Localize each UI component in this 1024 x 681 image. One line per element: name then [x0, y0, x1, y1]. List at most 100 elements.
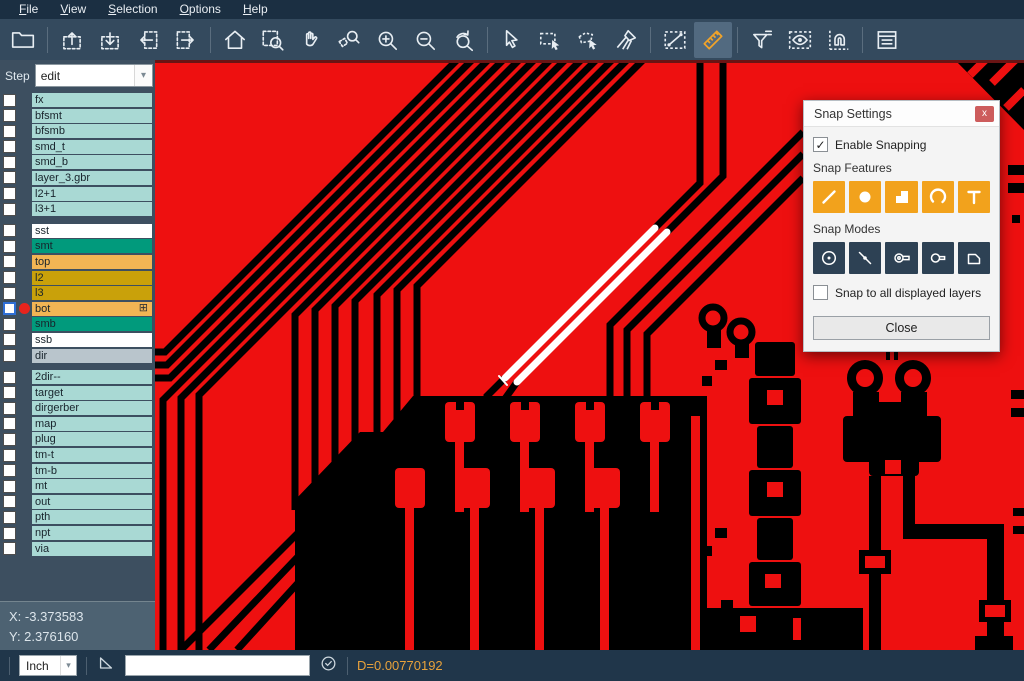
layer-row-target[interactable]: target: [0, 386, 155, 400]
layer-row-map[interactable]: map: [0, 417, 155, 431]
layer-row-plug[interactable]: plug: [0, 432, 155, 446]
layer-visibility-checkbox[interactable]: [3, 271, 16, 284]
layer-name[interactable]: l3+1: [32, 202, 152, 216]
dialog-titlebar[interactable]: Snap Settings x: [804, 101, 999, 127]
zoom-previous-icon[interactable]: [444, 22, 482, 58]
layer-row-bfsmb[interactable]: bfsmb: [0, 124, 155, 138]
menu-file[interactable]: File: [8, 1, 49, 18]
layer-row-layer_3.gbr[interactable]: layer_3.gbr: [0, 171, 155, 185]
menu-view[interactable]: View: [49, 1, 97, 18]
zoom-window-icon[interactable]: [254, 22, 292, 58]
layer-name[interactable]: map: [32, 417, 152, 431]
layer-visibility-checkbox[interactable]: [3, 417, 16, 430]
layer-visibility-checkbox[interactable]: [3, 203, 16, 216]
select-cursor-icon[interactable]: [493, 22, 531, 58]
layer-name[interactable]: npt: [32, 526, 152, 540]
layer-row-smd_t[interactable]: smd_t: [0, 140, 155, 154]
zoom-in-icon[interactable]: [368, 22, 406, 58]
home-view-icon[interactable]: [216, 22, 254, 58]
nudge-down-icon[interactable]: [91, 22, 129, 58]
layer-visibility-checkbox[interactable]: [3, 224, 16, 237]
layer-name[interactable]: smb: [32, 317, 152, 331]
circle-icon[interactable]: [849, 181, 881, 213]
layer-name[interactable]: layer_3.gbr: [32, 171, 152, 185]
layer-row-dir[interactable]: dir: [0, 349, 155, 363]
layer-visibility-checkbox[interactable]: [3, 287, 16, 300]
layer-name[interactable]: tm-b: [32, 464, 152, 478]
pan-hand-icon[interactable]: [292, 22, 330, 58]
ruler-icon[interactable]: [694, 22, 732, 58]
layer-row-mt[interactable]: mt: [0, 479, 155, 493]
layer-row-sst[interactable]: sst: [0, 224, 155, 238]
layer-visibility-checkbox[interactable]: [3, 433, 16, 446]
layer-visibility-checkbox[interactable]: [3, 94, 16, 107]
text-icon[interactable]: [958, 181, 990, 213]
layer-row-ssb[interactable]: ssb: [0, 333, 155, 347]
layer-visibility-checkbox[interactable]: [3, 109, 16, 122]
layer-visibility-checkbox[interactable]: [3, 302, 16, 315]
layer-visibility-checkbox[interactable]: [3, 495, 16, 508]
angle-corner-icon[interactable]: [96, 653, 116, 678]
layer-row-top[interactable]: top: [0, 255, 155, 269]
layer-visibility-checkbox[interactable]: [3, 349, 16, 362]
nudge-right-icon[interactable]: [167, 22, 205, 58]
layer-row-out[interactable]: out: [0, 495, 155, 509]
all-layers-checkbox[interactable]: ✓: [813, 285, 828, 300]
layer-visibility-checkbox[interactable]: [3, 156, 16, 169]
layer-row-npt[interactable]: npt: [0, 526, 155, 540]
layer-name[interactable]: tm-t: [32, 448, 152, 462]
zoom-polygon-icon[interactable]: [330, 22, 368, 58]
layer-name[interactable]: smd_t: [32, 140, 152, 154]
layer-grid-icon[interactable]: ⊞: [139, 303, 148, 314]
layer-row-l2[interactable]: l2: [0, 271, 155, 285]
step-select[interactable]: edit ▾: [35, 64, 153, 87]
layer-name[interactable]: fx: [32, 93, 152, 107]
close-button[interactable]: Close: [813, 316, 990, 340]
surface-icon[interactable]: [885, 181, 917, 213]
layer-name[interactable]: pth: [32, 510, 152, 524]
layer-visibility-checkbox[interactable]: [3, 480, 16, 493]
layer-visibility-checkbox[interactable]: [3, 464, 16, 477]
layer-name[interactable]: via: [32, 542, 152, 556]
view-region-icon[interactable]: [781, 22, 819, 58]
layer-name[interactable]: l2+1: [32, 187, 152, 201]
layer-row-bfsmt[interactable]: bfsmt: [0, 109, 155, 123]
layer-visibility-checkbox[interactable]: [3, 386, 16, 399]
layer-row-pth[interactable]: pth: [0, 510, 155, 524]
layer-row-smt[interactable]: smt: [0, 239, 155, 253]
layers-panel-icon[interactable]: [868, 22, 906, 58]
layer-row-fx[interactable]: fx: [0, 93, 155, 107]
layer-name[interactable]: 2dir--: [32, 370, 152, 384]
close-icon[interactable]: x: [975, 106, 994, 122]
layer-row-via[interactable]: via: [0, 542, 155, 556]
layer-visibility-checkbox[interactable]: [3, 125, 16, 138]
layer-row-l3+1[interactable]: l3+1: [0, 202, 155, 216]
layer-name[interactable]: top: [32, 255, 152, 269]
layer-name[interactable]: plug: [32, 432, 152, 446]
layer-name[interactable]: target: [32, 386, 152, 400]
layer-name[interactable]: out: [32, 495, 152, 509]
layer-row-smb[interactable]: smb: [0, 317, 155, 331]
measure-points-icon[interactable]: [656, 22, 694, 58]
pad-snap-icon[interactable]: [885, 242, 917, 274]
nudge-up-icon[interactable]: [53, 22, 91, 58]
layer-visibility-checkbox[interactable]: [3, 240, 16, 253]
layer-name[interactable]: bfsmb: [32, 124, 152, 138]
layer-visibility-checkbox[interactable]: [3, 255, 16, 268]
select-polygon-icon[interactable]: [569, 22, 607, 58]
layer-visibility-checkbox[interactable]: [3, 171, 16, 184]
select-rectangle-icon[interactable]: [531, 22, 569, 58]
layer-visibility-checkbox[interactable]: [3, 371, 16, 384]
layer-visibility-checkbox[interactable]: [3, 449, 16, 462]
layer-row-bot[interactable]: bot⊞: [0, 302, 155, 316]
clean-brush-icon[interactable]: [607, 22, 645, 58]
midpoint-snap-icon[interactable]: [849, 242, 881, 274]
menu-options[interactable]: Options: [169, 1, 232, 18]
menu-selection[interactable]: Selection: [97, 1, 168, 18]
sync-circle-icon[interactable]: [319, 654, 338, 678]
contour-snap-icon[interactable]: [958, 242, 990, 274]
layer-name[interactable]: smt: [32, 239, 152, 253]
layer-visibility-checkbox[interactable]: [3, 140, 16, 153]
open-folder-icon[interactable]: [4, 22, 42, 58]
layer-name[interactable]: smd_b: [32, 155, 152, 169]
